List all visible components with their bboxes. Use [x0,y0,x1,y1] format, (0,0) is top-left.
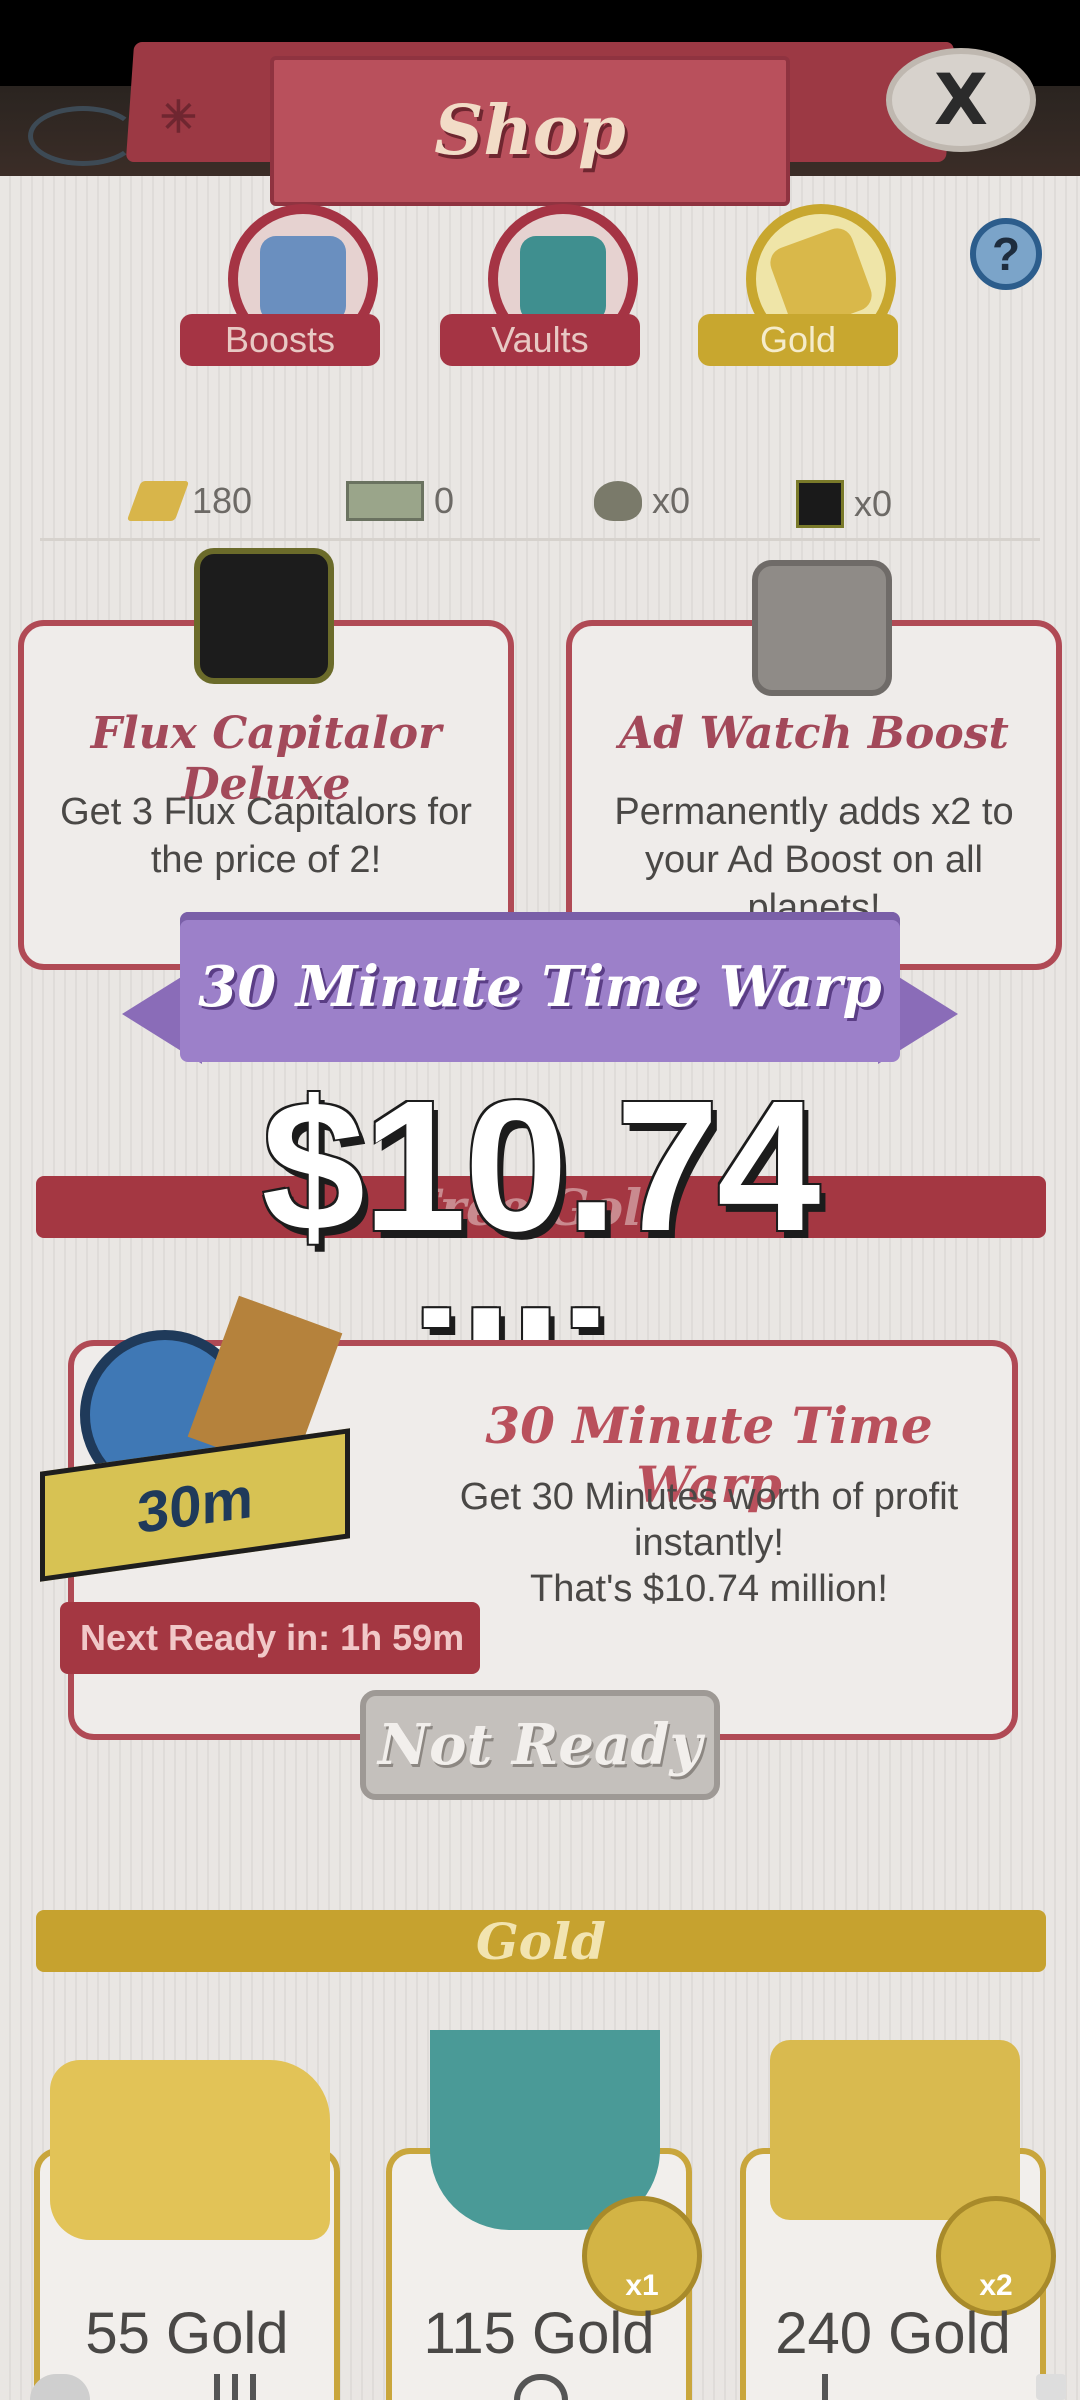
close-button[interactable]: X [886,48,1036,152]
tab-label: Vaults [440,314,640,366]
vault-icon [520,236,606,322]
tab-boosts[interactable]: Boosts [180,204,380,374]
megabucks-icon [346,481,424,521]
currency-gold: 180 [126,480,253,522]
gold-package-label: 240 Gold [775,2301,1011,2366]
time-warp-desc-line2: That's $10.74 million! [530,1568,888,1610]
currency-megabucks: 0 [346,480,454,522]
time-badge-label: 30m [136,1464,254,1546]
help-button[interactable]: ? [970,218,1042,290]
page-title: Shop [434,91,626,171]
tab-label: Gold [698,314,898,366]
multiplier-badge: x1 [582,2196,702,2316]
currency-row: 180 0 x0 x0 [0,470,1080,530]
shop-title-ribbon: ✳ ✳ Shop [125,42,955,206]
gold-header: Gold [36,1910,1046,1972]
offer-description: Permanently adds x2 to your Ad Boost on … [614,791,1014,929]
tab-label: Boosts [180,314,380,366]
flux-capitalor-icon [194,548,334,684]
currency-value: x0 [854,483,893,524]
time-warp-desc-line1: Get 30 Minutes worth of profit instantly… [459,1476,959,1564]
reward-banner: 30 Minute Time Warp [122,912,958,1064]
flux-capitalor-icon [796,480,844,528]
tab-gold[interactable]: Gold [698,204,898,374]
banner-main: 30 Minute Time Warp [180,912,900,1062]
not-ready-button[interactable]: Not Ready [360,1690,720,1800]
next-ready-timer: Next Ready in: 1h 59m [60,1602,480,1674]
time-warp-description: Get 30 Minutes worth of profit instantly… [454,1474,964,1612]
money-bag-icon [260,236,346,322]
currency-flux: x0 [796,480,892,528]
atom-decoration-icon: ✳ [160,93,197,142]
navigation-bar [0,2374,1080,2400]
swirl-decoration [28,106,138,166]
accessibility-icon[interactable] [30,2374,90,2400]
tab-vaults[interactable]: Vaults [440,204,640,374]
currency-value: 0 [434,480,455,521]
back-icon[interactable] [822,2374,862,2400]
currency-value: x0 [652,480,691,521]
home-icon[interactable] [514,2374,568,2400]
lock-icon[interactable] [1036,2374,1066,2400]
offer-title: Ad Watch Boost [619,708,1009,759]
title-banner: Shop [270,56,790,206]
gold-chest-icon [770,2040,1020,2220]
gold-package-label: 55 Gold [85,2301,289,2366]
offer-description: Get 3 Flux Capitalors for the price of 2… [60,791,472,881]
currency-value: 180 [192,480,253,521]
gold-bar-icon [126,481,190,521]
banner-title: 30 Minute Time Warp [198,954,882,1020]
currency-bags: x0 [594,480,690,522]
money-bag-icon [594,481,642,521]
multiplier-badge: x2 [936,2196,1056,2316]
gold-pile-icon [50,2060,330,2240]
time-badge: 30m [40,1428,350,1582]
close-icon: X [934,59,988,141]
section-title: Gold [475,1911,606,1971]
stopwatch-bag-icon: 30m [30,1290,360,1582]
help-icon: ? [991,228,1021,280]
recents-icon[interactable] [214,2374,264,2400]
tv-icon [752,560,892,696]
divider [40,538,1040,541]
gold-package-label: 115 Gold [423,2301,655,2366]
